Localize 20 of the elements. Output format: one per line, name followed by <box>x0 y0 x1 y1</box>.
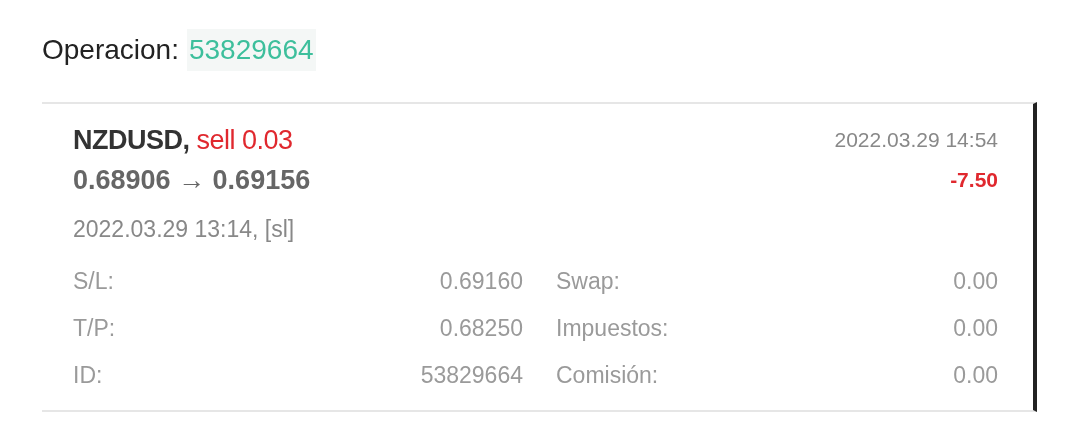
detail-label: Swap: <box>555 267 621 297</box>
symbol: NZDUSD, <box>73 124 190 155</box>
detail-label: S/L: <box>73 267 114 297</box>
price-range: 0.68906 → 0.69156 <box>73 163 311 197</box>
operation-label: Operacion: <box>42 33 179 67</box>
detail-label: ID: <box>73 361 103 391</box>
detail-label: Comisión: <box>555 361 660 391</box>
trade-side: sell 0.03 <box>196 124 293 155</box>
detail-value: 0.69160 <box>439 267 523 297</box>
ticket-number: 53829664 <box>186 29 316 71</box>
close-time: 2022.03.29 14:54 <box>834 127 998 154</box>
profit: -7.50 <box>950 167 998 194</box>
detail-label: Impuestos: <box>555 314 670 344</box>
detail-value: 0.00 <box>953 361 998 391</box>
detail-value: 0.00 <box>953 314 998 344</box>
detail-value: 53829664 <box>420 361 523 391</box>
detail-value: 0.00 <box>953 267 998 297</box>
detail-value: 0.68250 <box>439 314 523 344</box>
detail-label: T/P: <box>73 314 116 344</box>
open-time: 2022.03.29 13:14, [sl] <box>73 214 295 244</box>
